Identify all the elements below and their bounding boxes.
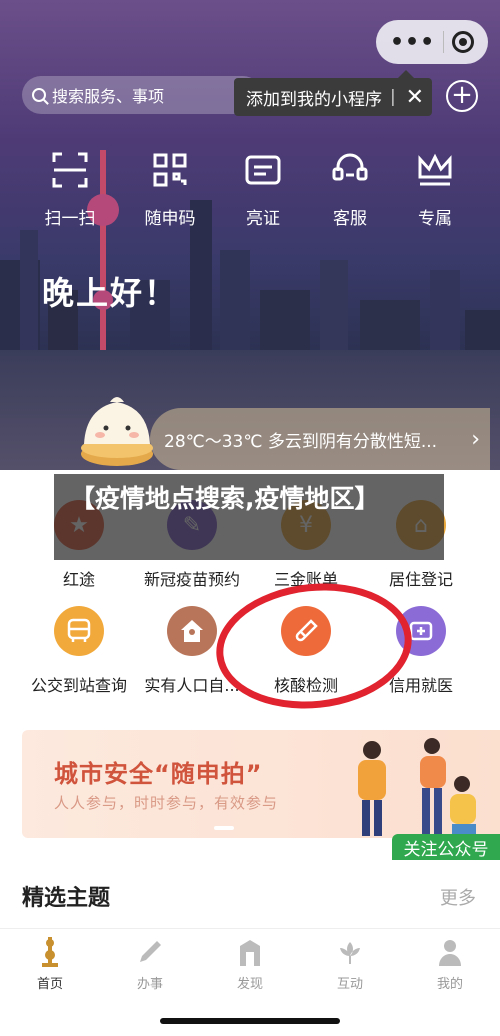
tooltip-text: 添加到我的小程序 — [246, 89, 382, 110]
id-card-icon — [243, 150, 283, 190]
tooltip-close-icon[interactable]: ✕ — [406, 85, 424, 110]
steamed-bun-mascot — [81, 397, 153, 466]
service-label: 信用就医 — [388, 676, 453, 695]
article-title-overlay: 【疫情地点搜索,疫情地区】 — [54, 474, 444, 560]
tooltip-divider: | — [390, 87, 396, 107]
weather-banner[interactable]: 28℃～33℃ 多云到阴有分散性短... › — [150, 408, 490, 470]
tab-label: 首页 — [36, 977, 63, 992]
follow-official-account-button[interactable]: 关注公众号 — [392, 834, 500, 860]
quick-action-show-id[interactable]: 亮证 — [223, 150, 303, 229]
chevron-right-icon: › — [471, 426, 480, 452]
quick-action-label: 亮证 — [246, 209, 280, 229]
section-title: 精选主题 — [22, 886, 111, 911]
service-label: 公交到站查询 — [30, 676, 127, 695]
quick-action-label: 专属 — [418, 209, 452, 229]
close-miniprogram-icon[interactable] — [452, 31, 475, 53]
tab-home[interactable]: 首页 — [0, 937, 100, 992]
greeting-text: 晚上好！ — [42, 274, 179, 312]
search-icon — [32, 88, 46, 102]
flower-icon — [336, 937, 364, 967]
miniprogram-capsule[interactable]: ••• — [376, 20, 488, 64]
city-safety-banner[interactable]: 城市安全“随申拍” 人人参与，时时参与，有效参与 — [22, 730, 500, 838]
tab-label: 发现 — [236, 977, 263, 992]
banner-title: 城市安全“随申拍” — [54, 760, 263, 788]
tab-mine[interactable]: 我的 — [400, 937, 500, 992]
highlight-circle-annotation — [210, 574, 418, 718]
service-label: 红途 — [62, 570, 95, 589]
home-indicator — [160, 1018, 340, 1024]
tab-label: 互动 — [336, 977, 363, 992]
tab-label: 办事 — [136, 977, 163, 992]
home-tower-icon — [36, 937, 64, 967]
quick-action-scan[interactable]: 扫一扫 — [30, 150, 110, 229]
weather-text: 28℃～33℃ 多云到阴有分散性短... — [164, 431, 438, 452]
people-illustration — [358, 738, 476, 836]
carousel-indicator — [214, 826, 234, 830]
more-options-icon[interactable]: ••• — [390, 30, 435, 55]
quick-action-customer-service[interactable]: 客服 — [310, 150, 390, 229]
quick-action-label: 随申码 — [144, 209, 196, 229]
tab-services[interactable]: 办事 — [100, 937, 200, 992]
headset-icon — [330, 150, 370, 190]
house-person-icon — [167, 606, 217, 656]
quick-action-label: 扫一扫 — [44, 209, 96, 229]
building-icon — [236, 937, 264, 967]
crown-icon — [415, 150, 455, 190]
quick-action-health-code[interactable]: 随申码 — [130, 150, 210, 229]
hero-background — [0, 0, 500, 470]
tab-interact[interactable]: 互动 — [300, 937, 400, 992]
service-label: 居住登记 — [388, 570, 453, 589]
person-icon — [436, 937, 464, 967]
banner-subtitle: 人人参与，时时参与，有效参与 — [54, 794, 279, 812]
search-bar[interactable]: 搜索服务、事项 — [22, 76, 262, 114]
service-label: 新冠疫苗预约 — [143, 570, 240, 589]
tab-discover[interactable]: 发现 — [200, 937, 300, 992]
more-link[interactable]: 更多 — [440, 884, 476, 910]
pen-icon — [136, 937, 164, 967]
quick-action-exclusive[interactable]: 专属 — [395, 150, 475, 229]
qr-code-icon — [150, 150, 190, 190]
capsule-divider — [443, 31, 445, 53]
search-placeholder: 搜索服务、事项 — [52, 87, 165, 106]
quick-action-label: 客服 — [333, 209, 367, 229]
add-icon[interactable]: + — [446, 80, 478, 112]
service-bus-arrival[interactable]: 公交到站查询 — [24, 606, 134, 696]
scan-icon — [50, 150, 90, 190]
add-to-miniprogram-tooltip: 添加到我的小程序 | ✕ — [234, 70, 432, 116]
tab-label: 我的 — [436, 977, 463, 992]
bus-icon — [54, 606, 104, 656]
